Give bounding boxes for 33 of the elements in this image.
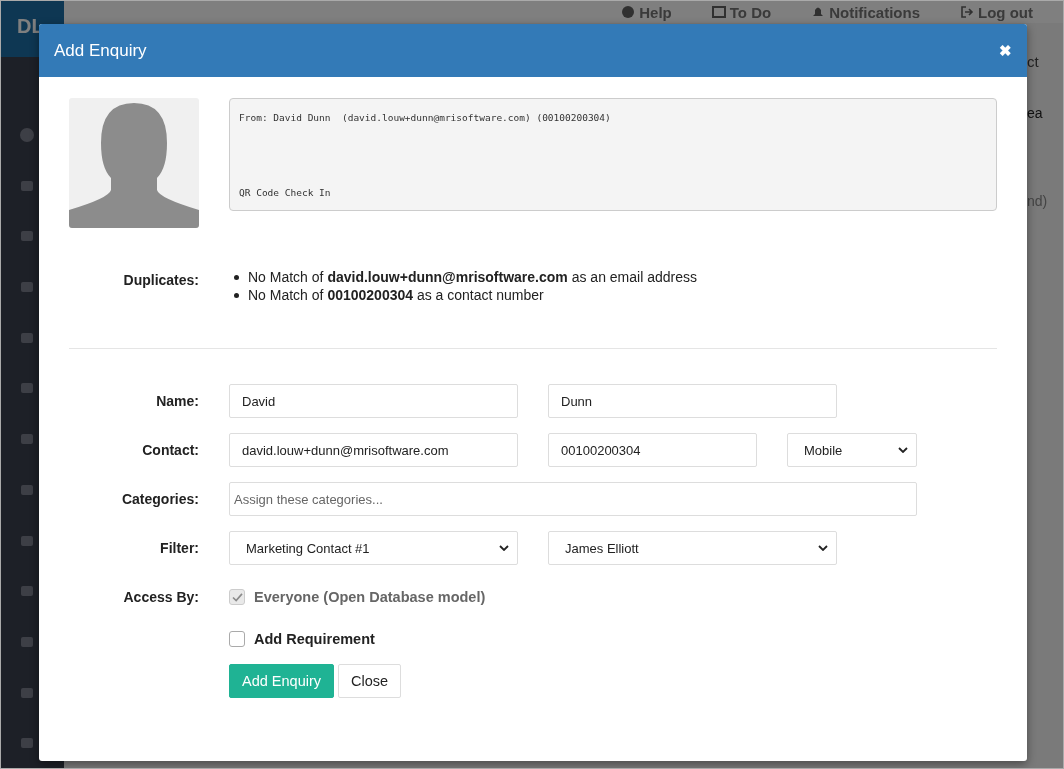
bullet-icon bbox=[234, 292, 239, 298]
message-text: QR Code Check In bbox=[239, 187, 332, 198]
field-label: Categories: bbox=[120, 491, 199, 507]
caret-icon bbox=[818, 545, 828, 551]
email-field[interactable]: david.louw+dunn@mrisoftware.com bbox=[229, 433, 518, 467]
close-button[interactable]: ✖ bbox=[999, 41, 1012, 60]
duplicate-text: No Match of 00100200304 as a contact number bbox=[248, 287, 544, 303]
field-label: Duplicates: bbox=[122, 271, 199, 290]
close-dialog-button[interactable]: Close bbox=[338, 664, 402, 698]
filter-select[interactable]: Marketing Contact #1 bbox=[229, 531, 518, 565]
field-label: Contact: bbox=[141, 442, 199, 458]
field-label: Name: bbox=[155, 393, 199, 409]
caret-icon bbox=[898, 447, 908, 453]
bullet-icon bbox=[234, 274, 239, 280]
bell-icon bbox=[811, 5, 826, 19]
first-name-field[interactable]: David bbox=[229, 384, 518, 418]
checkbox[interactable] bbox=[229, 631, 245, 647]
checkbox-label: Add Requirement bbox=[254, 631, 375, 647]
sidebar-nav-icon[interactable] bbox=[18, 127, 35, 143]
background-button-text: ct bbox=[1027, 53, 1039, 70]
field-label: Filter: bbox=[159, 540, 199, 556]
field-label: Access By: bbox=[122, 589, 199, 605]
phone-field[interactable]: 00100200304 bbox=[548, 433, 757, 467]
phone-type-select[interactable]: Mobile bbox=[787, 433, 917, 467]
message-text: From: David Dunn (david.louw+dunn@mrisoftware.com) (00100200304) bbox=[239, 112, 612, 123]
background-text: ea bbox=[1027, 105, 1043, 121]
contact-owner-select[interactable]: James Elliott bbox=[548, 531, 837, 565]
last-name-field[interactable]: Dunn bbox=[548, 384, 837, 418]
caret-icon bbox=[499, 545, 509, 551]
logout-icon bbox=[960, 5, 974, 19]
checkbox-label: Everyone (Open Database model) bbox=[254, 589, 486, 605]
categories-field[interactable]: Assign these categories... bbox=[229, 482, 917, 516]
duplicate-text: No Match of david.louw+dunn@mrisoftware.com as an email address bbox=[248, 269, 697, 285]
